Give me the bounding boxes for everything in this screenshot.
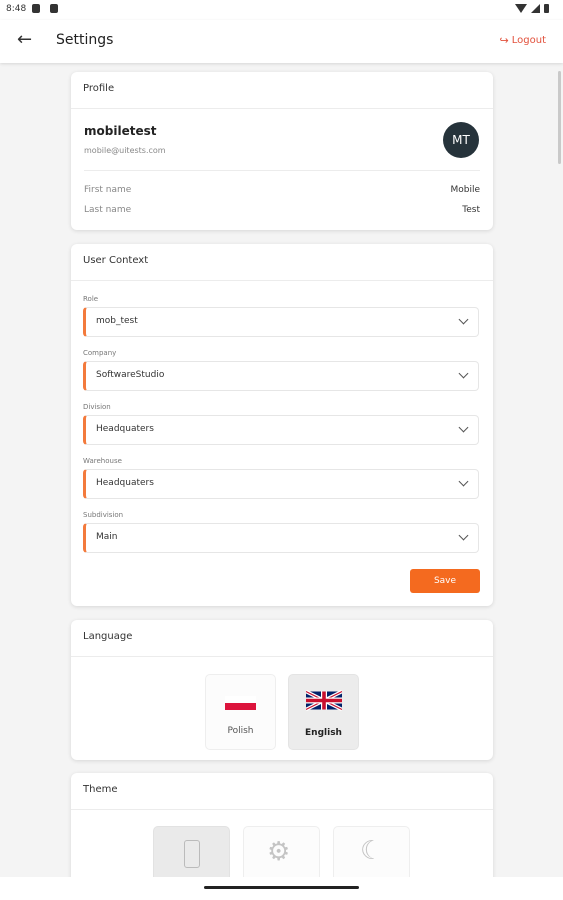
profile-heading: Profile (71, 72, 493, 109)
language-card: Language Polish English (71, 620, 493, 760)
poland-flag-icon (225, 696, 256, 710)
company-value: SoftwareStudio (96, 370, 165, 380)
page-title: Settings (56, 32, 114, 48)
subdivision-label: Subdivision (83, 511, 124, 519)
avatar: MT (443, 122, 479, 158)
division-select[interactable]: Headquaters (83, 415, 479, 445)
language-label-english: English (305, 728, 342, 738)
home-indicator[interactable] (204, 886, 359, 889)
language-label-polish: Polish (227, 726, 254, 736)
save-button[interactable]: Save (410, 569, 480, 593)
settings-scroll[interactable]: Profile mobiletest mobile@uitests.com MT… (0, 63, 563, 877)
back-arrow-icon[interactable]: ← (17, 31, 37, 51)
division-value: Headquaters (96, 424, 154, 434)
nav-bar (0, 877, 563, 900)
role-label: Role (83, 295, 99, 303)
first-name-label: First name (84, 185, 132, 195)
moon-icon: ☾ (360, 836, 384, 866)
chevron-down-icon (458, 530, 469, 541)
logout-button[interactable]: ↪ Logout (500, 34, 546, 47)
language-option-polish[interactable]: Polish (205, 674, 276, 750)
chevron-down-icon (458, 476, 469, 487)
warehouse-select[interactable]: Headquaters (83, 469, 479, 499)
user-context-heading: User Context (71, 244, 493, 281)
logout-label: Logout (511, 35, 546, 46)
status-time: 8:48 (6, 4, 27, 14)
battery-icon (544, 4, 549, 13)
theme-option-device[interactable] (153, 826, 230, 877)
chevron-down-icon (458, 422, 469, 433)
username: mobiletest (84, 124, 157, 138)
warehouse-label: Warehouse (83, 457, 122, 465)
theme-option-dark[interactable]: ☾ (333, 826, 410, 877)
wifi-icon (515, 4, 527, 13)
user-context-card: User Context Role mob_test Company Softw… (71, 244, 493, 606)
app-bar: ← Settings ↪ Logout (0, 20, 563, 63)
last-name-value: Test (462, 205, 480, 215)
subdivision-select[interactable]: Main (83, 523, 479, 553)
notification-icon (50, 4, 58, 13)
uk-flag-icon (306, 689, 342, 712)
theme-option-light[interactable]: ⚙ (243, 826, 320, 877)
last-name-row: Last name Test (84, 205, 480, 215)
role-select[interactable]: mob_test (83, 307, 479, 337)
language-heading: Language (71, 620, 493, 657)
division-label: Division (83, 403, 111, 411)
user-email: mobile@uitests.com (84, 146, 166, 155)
profile-card: Profile mobiletest mobile@uitests.com MT… (71, 72, 493, 230)
theme-heading: Theme (71, 773, 493, 810)
status-indicators (515, 4, 549, 13)
warehouse-value: Headquaters (96, 478, 154, 488)
last-name-label: Last name (84, 205, 132, 215)
scrollbar[interactable] (558, 71, 561, 164)
gear-icon: ⚙ (267, 837, 291, 867)
shield-icon (32, 4, 40, 13)
logout-icon: ↪ (499, 34, 509, 47)
role-value: mob_test (96, 316, 138, 326)
chevron-down-icon (458, 314, 469, 325)
first-name-row: First name Mobile (84, 185, 480, 195)
language-option-english[interactable]: English (288, 674, 359, 750)
profile-divider (84, 170, 480, 171)
first-name-value: Mobile (450, 185, 480, 195)
chevron-down-icon (458, 368, 469, 379)
theme-card: Theme ⚙ ☾ (71, 773, 493, 877)
signal-icon (531, 4, 540, 13)
company-label: Company (83, 349, 117, 357)
status-bar: 8:48 (0, 0, 563, 20)
company-select[interactable]: SoftwareStudio (83, 361, 479, 391)
phone-icon (184, 840, 200, 868)
subdivision-value: Main (96, 532, 118, 542)
